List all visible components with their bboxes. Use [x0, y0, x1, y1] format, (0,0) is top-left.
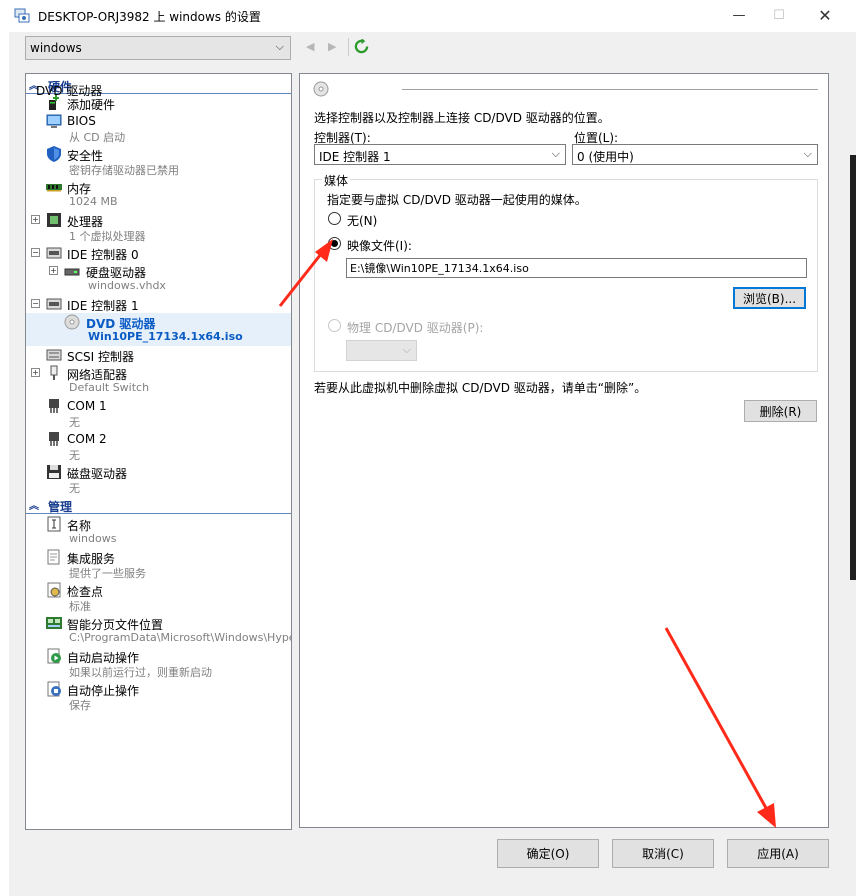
media-none-radio[interactable]: [328, 212, 341, 225]
auto-stop-icon: [47, 681, 61, 697]
settings-tree[interactable]: ︽ 硬件 添加硬件 BIOS 从 CD 启动 安全性 密钥存储驱动器已禁用 内存…: [25, 73, 292, 830]
checkpoint-icon: [47, 582, 61, 598]
expand-icon[interactable]: +: [31, 368, 40, 377]
tree-item-memory[interactable]: 内存 1024 MB: [26, 178, 291, 210]
tree-item-diskette-drive[interactable]: 磁盘驱动器 无: [26, 463, 291, 495]
tree-item-com2[interactable]: COM 2 无: [26, 430, 291, 462]
tree-item-network-adapter[interactable]: + 网络适配器 Default Switch: [26, 364, 291, 396]
physical-drive-select[interactable]: ⌵: [346, 340, 417, 361]
browse-button[interactable]: 浏览(B)...: [733, 287, 806, 309]
media-image-file-radio[interactable]: [328, 237, 341, 250]
location-select[interactable]: 0 (使用中) ⌵: [572, 144, 818, 165]
remove-button[interactable]: 删除(R): [744, 400, 817, 422]
expand-icon[interactable]: +: [31, 215, 40, 224]
window-title: DESKTOP-ORJ3982 上 windows 的设置: [38, 10, 261, 24]
section-title: DVD 驱动器: [36, 84, 103, 98]
back-arrow-icon[interactable]: ◀: [306, 40, 314, 53]
title-bar: DESKTOP-ORJ3982 上 windows 的设置 — ☐ ✕: [0, 0, 856, 32]
chevron-down-icon: ⌵: [803, 147, 812, 160]
collapse-icon[interactable]: −: [31, 248, 40, 257]
image-file-path-input[interactable]: [346, 258, 807, 278]
tree-item-name[interactable]: 名称 windows: [26, 515, 291, 547]
image-file-path-field[interactable]: [347, 259, 806, 277]
hard-drive-icon: [64, 268, 80, 276]
tree-item-checkpoints[interactable]: 检查点 标准: [26, 581, 291, 613]
media-group-label: 媒体: [322, 172, 351, 189]
title-divider: [402, 89, 818, 90]
vm-select-value: windows: [30, 41, 82, 55]
auto-start-icon: [47, 648, 61, 664]
tree-item-com1[interactable]: COM 1 无: [26, 397, 291, 429]
tree-item-dvd-drive[interactable]: DVD 驱动器 Win10PE_17134.1x64.iso: [26, 313, 291, 346]
controller-select[interactable]: IDE 控制器 1 ⌵: [314, 144, 566, 165]
ok-button[interactable]: 确定(O): [497, 839, 599, 868]
background-window-edge-right: [850, 155, 856, 580]
ide-controller-icon: [46, 298, 62, 310]
forward-arrow-icon[interactable]: ▶: [328, 40, 336, 53]
tree-item-security[interactable]: 安全性 密钥存储驱动器已禁用: [26, 145, 291, 177]
background-window-edge: [0, 32, 9, 896]
integration-services-icon: [47, 549, 60, 565]
apply-button[interactable]: 应用(A): [727, 839, 829, 868]
media-none-label[interactable]: 无(N): [347, 212, 377, 229]
chevron-down-icon: ⌵: [402, 343, 411, 356]
ide-controller-icon: [46, 247, 62, 259]
collapse-icon[interactable]: −: [31, 299, 40, 308]
toolbar-separator: [348, 38, 349, 56]
shield-icon: [47, 146, 61, 162]
scsi-controller-icon: [46, 349, 62, 361]
tree-item-processor[interactable]: + 处理器 1 个虚拟处理器: [26, 211, 291, 243]
hyper-v-settings-icon: [14, 8, 30, 23]
processor-icon: [47, 213, 61, 227]
floppy-icon: [47, 465, 61, 479]
tree-item-hard-drive[interactable]: + 硬盘驱动器 windows.vhdx: [26, 262, 291, 294]
bios-icon: [46, 114, 62, 128]
vm-select[interactable]: windows ⌵: [25, 36, 291, 60]
chevron-down-icon: ⌵: [275, 40, 284, 53]
tree-item-integration-services[interactable]: 集成服务 提供了一些服务: [26, 548, 291, 580]
com-port-icon: [49, 432, 59, 446]
cancel-button[interactable]: 取消(C): [612, 839, 714, 868]
dvd-icon: [64, 314, 80, 330]
tree-item-auto-stop[interactable]: 自动停止操作 保存: [26, 680, 291, 712]
refresh-icon[interactable]: [354, 39, 369, 54]
expand-icon[interactable]: +: [49, 266, 58, 275]
memory-icon: [46, 184, 62, 192]
network-adapter-icon: [50, 365, 58, 380]
remove-instruction: 若要从此虚拟机中删除虚拟 CD/DVD 驱动器，请单击“删除”。: [314, 381, 647, 395]
tree-item-bios[interactable]: BIOS 从 CD 启动: [26, 112, 291, 144]
tree-item-scsi-controller[interactable]: SCSI 控制器: [26, 346, 291, 364]
paging-file-icon: [46, 617, 62, 629]
com-port-icon: [49, 399, 59, 413]
controller-instruction: 选择控制器以及控制器上连接 CD/DVD 驱动器的位置。: [314, 111, 610, 125]
management-section-header[interactable]: ︽ 管理: [26, 497, 291, 514]
maximize-button[interactable]: ☐: [756, 0, 802, 30]
chevron-down-icon: ⌵: [551, 147, 560, 160]
tree-item-auto-start[interactable]: 自动启动操作 如果以前运行过，则重新启动: [26, 647, 291, 679]
name-icon: [47, 516, 61, 532]
media-physical-drive-label[interactable]: 物理 CD/DVD 驱动器(P):: [347, 319, 483, 336]
media-image-file-label[interactable]: 映像文件(I):: [347, 237, 412, 254]
tree-item-ide-controller-1[interactable]: − IDE 控制器 1: [26, 295, 291, 313]
dvd-icon: [313, 81, 329, 97]
close-button[interactable]: ✕: [802, 0, 848, 30]
media-instruction: 指定要与虚拟 CD/DVD 驱动器一起使用的媒体。: [327, 193, 587, 207]
tree-item-ide-controller-0[interactable]: − IDE 控制器 0: [26, 244, 291, 262]
media-physical-drive-radio[interactable]: [328, 319, 341, 332]
tree-item-smart-paging[interactable]: 智能分页文件位置 C:\ProgramData\Microsoft\Window…: [26, 614, 291, 646]
collapse-icon[interactable]: ︽: [29, 497, 39, 512]
